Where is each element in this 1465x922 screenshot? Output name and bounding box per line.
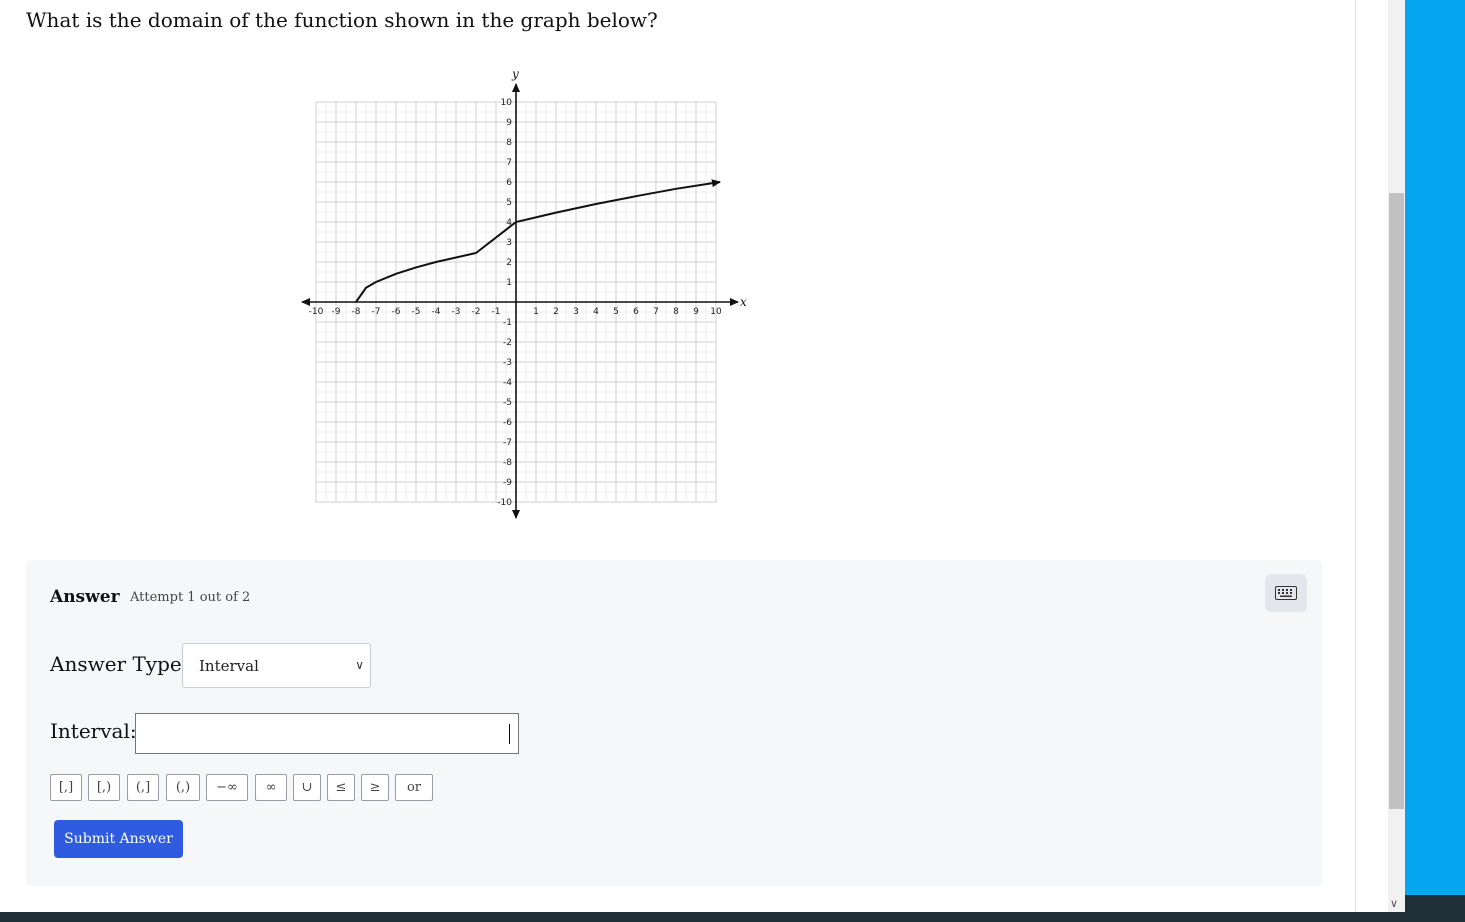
x-tick-label: -9 <box>332 307 341 317</box>
greater-equal-button[interactable]: ≥ <box>361 774 389 801</box>
closed-open-interval-button[interactable]: [,) <box>88 774 120 801</box>
y-tick-label: 10 <box>501 98 513 108</box>
y-tick-label: -6 <box>503 418 512 428</box>
x-tick-label: -7 <box>372 307 381 317</box>
y-tick-label: -9 <box>503 478 512 488</box>
content-divider <box>1355 0 1356 912</box>
or-button[interactable]: or <box>395 774 433 801</box>
taskbar-corner <box>1405 895 1465 922</box>
question-text: What is the domain of the function shown… <box>26 8 658 32</box>
y-tick-label: 5 <box>506 198 512 208</box>
x-tick-label: 10 <box>710 307 722 317</box>
x-tick-label: 8 <box>673 307 679 317</box>
attempt-counter: Attempt 1 out of 2 <box>130 590 251 605</box>
x-tick-label: -2 <box>472 307 481 317</box>
y-tick-label: 7 <box>506 158 512 168</box>
answer-panel: Answer Attempt 1 out of 2 Answer Type: I… <box>26 560 1322 886</box>
y-tick-label: -5 <box>503 398 512 408</box>
y-tick-label: 8 <box>506 138 512 148</box>
interval-label: Interval: <box>50 719 137 743</box>
x-axis-label: x <box>740 295 747 309</box>
x-tick-label: 5 <box>613 307 619 317</box>
answer-type-value: Interval <box>199 657 259 675</box>
keyboard-toggle-button[interactable] <box>1265 574 1307 612</box>
union-button[interactable]: ∪ <box>293 774 321 801</box>
function-graph: x y -10 -9 -8 -7 -6 -5 -4 -3 -2 -1 1 2 3 4 5 6 7 8 9 10 10 9 8 7… <box>301 67 747 519</box>
y-tick-label: -8 <box>503 458 512 468</box>
answer-type-select[interactable]: Interval ∨ <box>182 643 371 688</box>
open-closed-interval-button[interactable]: (,] <box>127 774 159 801</box>
negative-infinity-button[interactable]: −∞ <box>206 774 248 801</box>
taskbar <box>0 912 1405 922</box>
y-tick-label: 9 <box>506 118 512 128</box>
x-tick-label: -6 <box>392 307 401 317</box>
y-tick-label: -1 <box>503 318 512 328</box>
x-tick-label: -8 <box>352 307 361 317</box>
submit-answer-button[interactable]: Submit Answer <box>54 820 183 858</box>
interval-input[interactable] <box>135 713 519 754</box>
side-panel-strip <box>1405 0 1465 922</box>
y-tick-label: -2 <box>503 338 512 348</box>
y-axis-label: y <box>511 67 519 81</box>
y-tick-label: -7 <box>503 438 512 448</box>
y-tick-label: -10 <box>497 498 512 508</box>
x-tick-label: -5 <box>412 307 421 317</box>
x-tick-label: 2 <box>553 307 559 317</box>
x-tick-label: 9 <box>693 307 699 317</box>
x-tick-label: 4 <box>593 307 599 317</box>
x-tick-label: -3 <box>452 307 461 317</box>
y-tick-label: 1 <box>506 278 512 288</box>
answer-type-label: Answer Type: <box>50 652 189 676</box>
y-tick-label: 6 <box>506 178 512 188</box>
y-tick-label: 3 <box>506 238 512 248</box>
chevron-down-icon: ∨ <box>355 658 364 672</box>
x-tick-label: 3 <box>573 307 579 317</box>
y-tick-label: -3 <box>503 358 512 368</box>
x-tick-label: 6 <box>633 307 639 317</box>
x-tick-label: -1 <box>492 307 501 317</box>
infinity-button[interactable]: ∞ <box>255 774 287 801</box>
x-tick-label: -4 <box>432 307 441 317</box>
scroll-down-arrow-icon[interactable]: ∨ <box>1390 897 1398 910</box>
answer-title: Answer <box>50 587 120 607</box>
keyboard-icon <box>1275 586 1297 600</box>
open-open-interval-button[interactable]: (,) <box>166 774 200 801</box>
closed-closed-interval-button[interactable]: [,] <box>50 774 82 801</box>
less-equal-button[interactable]: ≤ <box>327 774 355 801</box>
x-tick-label: 7 <box>653 307 659 317</box>
y-tick-label: 2 <box>506 258 512 268</box>
y-tick-label: -4 <box>503 378 512 388</box>
text-caret <box>509 724 510 744</box>
scrollbar-thumb[interactable] <box>1389 193 1404 809</box>
x-tick-label: -10 <box>309 307 324 317</box>
x-tick-label: 1 <box>533 307 539 317</box>
